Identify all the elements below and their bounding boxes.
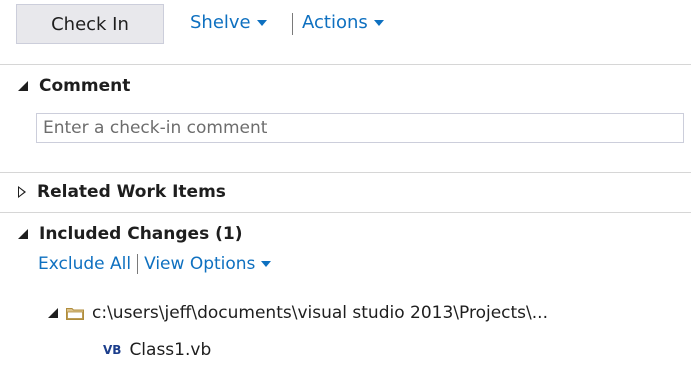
folder-path: c:\users\jeff\documents\visual studio 20… xyxy=(92,303,548,323)
view-options-label: View Options xyxy=(144,254,256,274)
included-changes-actions: Exclude All View Options xyxy=(38,254,272,274)
vb-file-icon: VB xyxy=(103,343,122,357)
collapse-triangle-icon xyxy=(18,229,28,239)
toolbar: Check In Shelve Actions xyxy=(0,0,691,52)
included-changes-header[interactable]: Included Changes (1) xyxy=(18,224,242,244)
collapse-triangle-icon xyxy=(48,308,58,318)
divider xyxy=(0,172,691,173)
folder-icon xyxy=(66,307,84,320)
file-tree-row[interactable]: VB Class1.vb xyxy=(103,340,211,360)
file-name: Class1.vb xyxy=(129,340,212,360)
shelve-label: Shelve xyxy=(190,12,251,33)
check-in-comment-input[interactable] xyxy=(36,113,684,143)
chevron-down-icon xyxy=(373,20,384,26)
chevron-down-icon xyxy=(256,20,267,26)
toolbar-separator xyxy=(292,13,293,35)
folder-tree-row[interactable]: c:\users\jeff\documents\visual studio 20… xyxy=(48,303,548,323)
comment-section-header[interactable]: Comment xyxy=(18,76,130,96)
collapse-triangle-icon xyxy=(18,81,28,91)
related-work-items-header[interactable]: Related Work Items xyxy=(18,182,226,202)
exclude-all-link[interactable]: Exclude All xyxy=(38,254,131,274)
link-separator xyxy=(137,254,139,274)
included-changes-heading: Included Changes (1) xyxy=(39,224,243,244)
related-work-items-heading: Related Work Items xyxy=(37,182,226,202)
shelve-dropdown[interactable]: Shelve xyxy=(190,12,267,33)
expand-triangle-icon xyxy=(18,186,26,198)
check-in-button[interactable]: Check In xyxy=(16,4,164,44)
comment-heading: Comment xyxy=(39,76,131,96)
view-options-dropdown[interactable]: View Options xyxy=(144,254,272,274)
divider xyxy=(0,212,691,213)
divider xyxy=(0,64,691,65)
chevron-down-icon xyxy=(261,261,272,267)
actions-label: Actions xyxy=(302,12,368,33)
actions-dropdown[interactable]: Actions xyxy=(302,12,384,33)
